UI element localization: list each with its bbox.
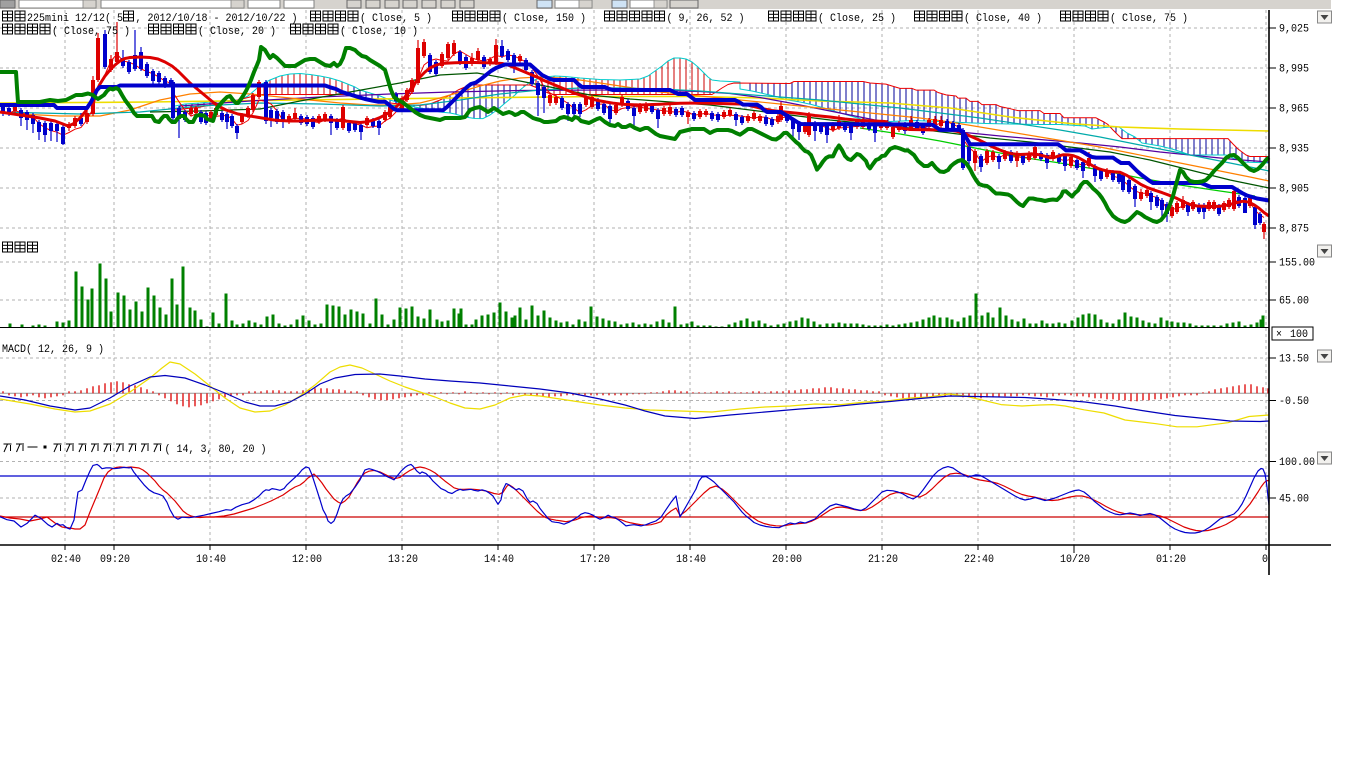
- svg-text:×: ×: [1276, 329, 1282, 341]
- svg-text:8,875: 8,875: [1279, 224, 1309, 236]
- svg-text:9,025: 9,025: [1279, 24, 1309, 36]
- svg-text:( Close, 10 ): ( Close, 10 ): [340, 26, 418, 38]
- svg-text:MACD( 12, 26, 9 ): MACD( 12, 26, 9 ): [2, 344, 104, 356]
- svg-text:( Close, 40 ): ( Close, 40 ): [964, 13, 1042, 25]
- svg-text:18:40: 18:40: [676, 554, 706, 566]
- svg-text:21:20: 21:20: [868, 554, 898, 566]
- svg-text:65.00: 65.00: [1279, 296, 1309, 308]
- svg-text:22:40: 22:40: [964, 554, 994, 566]
- svg-text:14:40: 14:40: [484, 554, 514, 566]
- svg-text:( Close, 150 ): ( Close, 150 ): [502, 13, 586, 25]
- svg-text:45.00: 45.00: [1279, 494, 1309, 506]
- svg-text:8,995: 8,995: [1279, 64, 1309, 76]
- svg-text:( Close, 20 ): ( Close, 20 ): [198, 26, 276, 38]
- svg-text:01:20: 01:20: [1156, 554, 1186, 566]
- svg-text:10/20: 10/20: [1060, 554, 1090, 566]
- svg-text:10:40: 10:40: [196, 554, 226, 566]
- svg-text:13:20: 13:20: [388, 554, 418, 566]
- svg-text:13.50: 13.50: [1279, 354, 1309, 366]
- svg-text:8,905: 8,905: [1279, 184, 1309, 196]
- svg-text:155.00: 155.00: [1279, 258, 1315, 270]
- svg-text:( 9, 26, 52 ): ( 9, 26, 52 ): [667, 13, 745, 25]
- svg-text:, 2012/10/18 - 2012/10/22 ): , 2012/10/18 - 2012/10/22 ): [136, 13, 298, 25]
- svg-text:( 14, 3, 80, 20 ): ( 14, 3, 80, 20 ): [165, 444, 267, 456]
- svg-text:( Close, 75 ): ( Close, 75 ): [52, 26, 130, 38]
- svg-text:17:20: 17:20: [580, 554, 610, 566]
- svg-text:12:00: 12:00: [292, 554, 322, 566]
- svg-text:09:20: 09:20: [100, 554, 130, 566]
- svg-text:100: 100: [1290, 329, 1308, 341]
- svg-text:02:40: 02:40: [51, 554, 81, 566]
- svg-text:( Close, 25 ): ( Close, 25 ): [818, 13, 896, 25]
- svg-text:100.00: 100.00: [1279, 457, 1315, 469]
- svg-text:8,935: 8,935: [1279, 144, 1309, 156]
- svg-text:( Close, 5 ): ( Close, 5 ): [360, 13, 432, 25]
- svg-text:-0.50: -0.50: [1279, 396, 1309, 408]
- svg-text:20:00: 20:00: [772, 554, 802, 566]
- svg-text:0: 0: [1262, 554, 1268, 566]
- svg-text:8,965: 8,965: [1279, 104, 1309, 116]
- svg-text:225mini 12/12( 5: 225mini 12/12( 5: [27, 13, 123, 25]
- svg-text:( Close, 75 ): ( Close, 75 ): [1110, 13, 1188, 25]
